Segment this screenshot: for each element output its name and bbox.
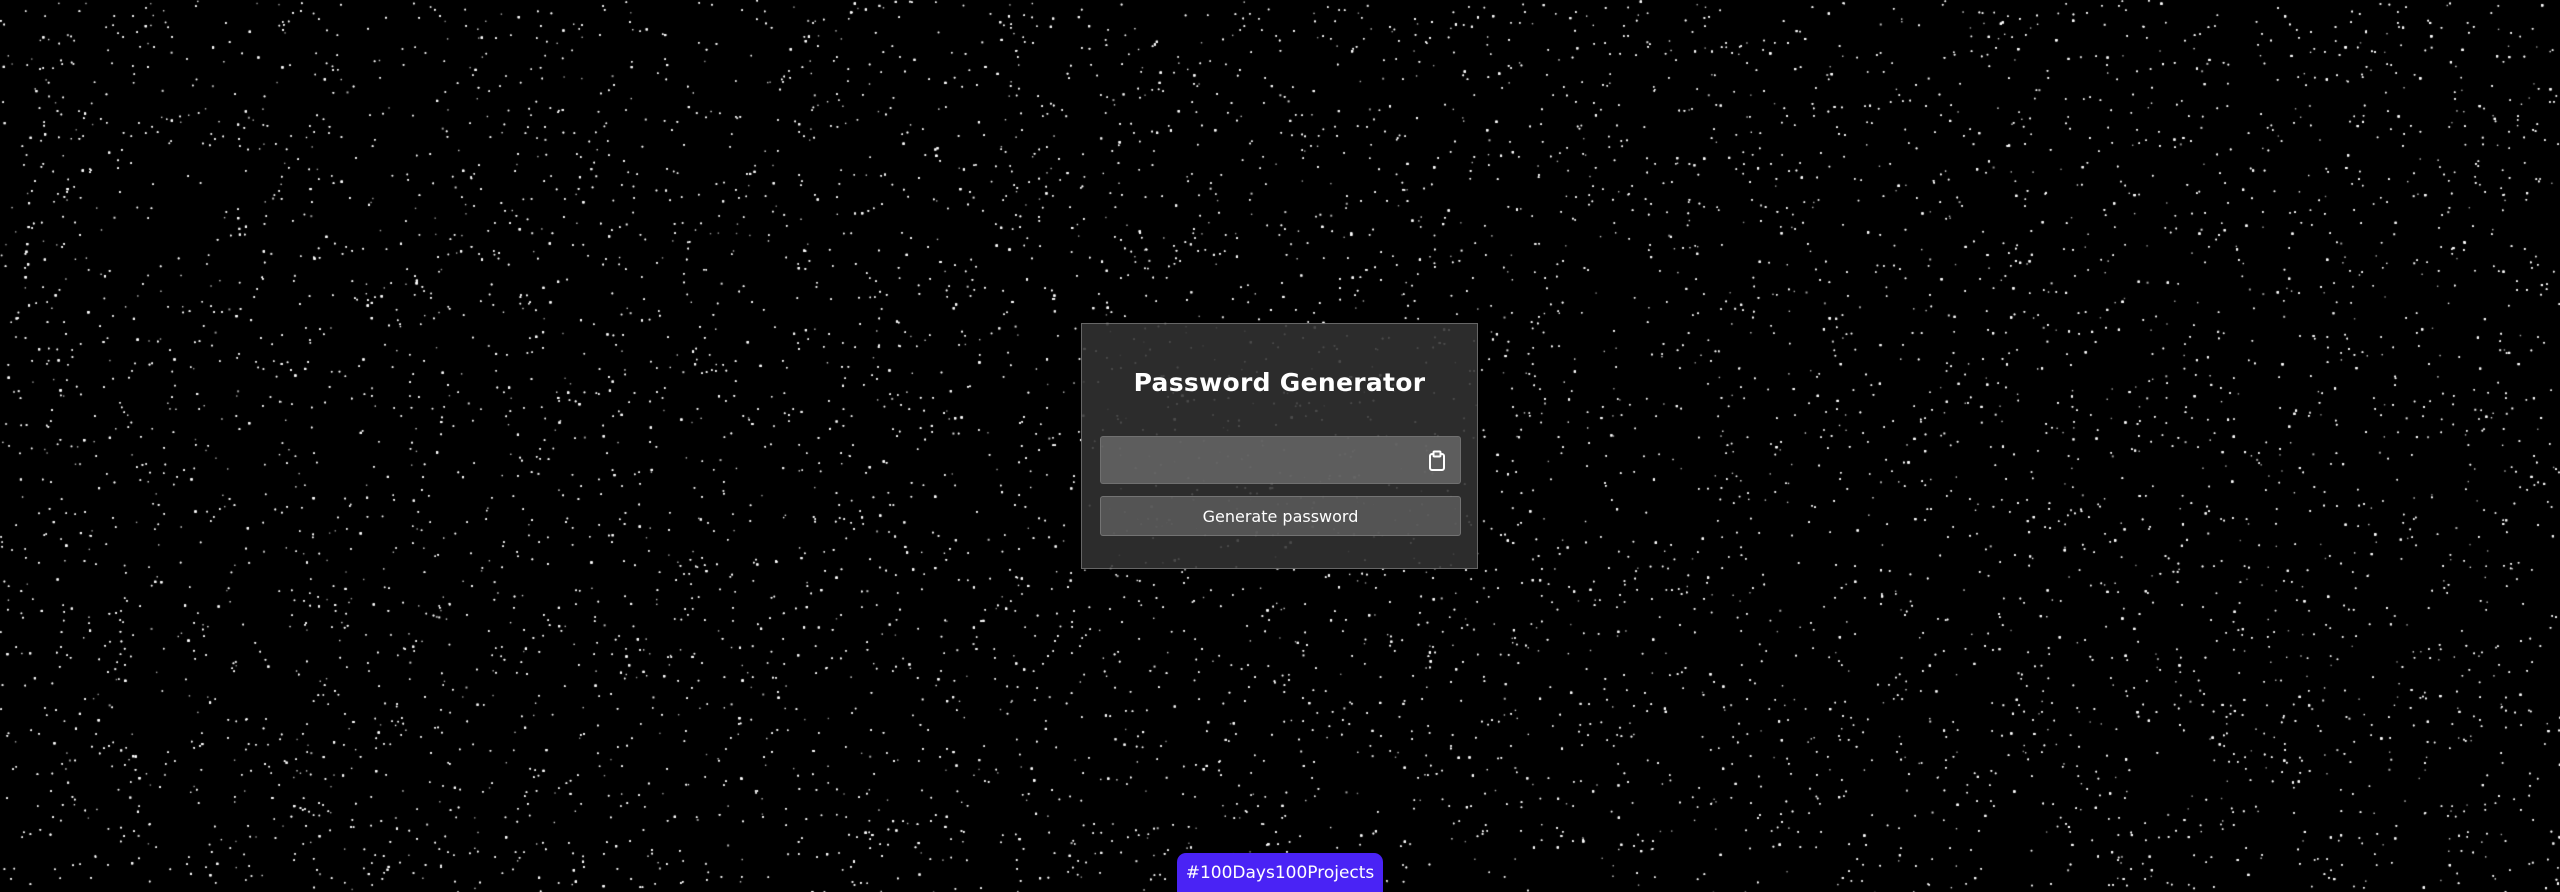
password-output-input[interactable] (1101, 437, 1401, 483)
copy-button[interactable] (1424, 448, 1450, 474)
page-title: Password Generator (1133, 368, 1426, 397)
project-badge-link[interactable]: #100Days100Projects (1177, 853, 1383, 892)
password-field (1100, 436, 1461, 484)
password-generator-card: Password Generator Generate password (1081, 323, 1478, 569)
generate-password-button[interactable]: Generate password (1100, 496, 1461, 536)
clipboard-icon (1429, 450, 1445, 471)
